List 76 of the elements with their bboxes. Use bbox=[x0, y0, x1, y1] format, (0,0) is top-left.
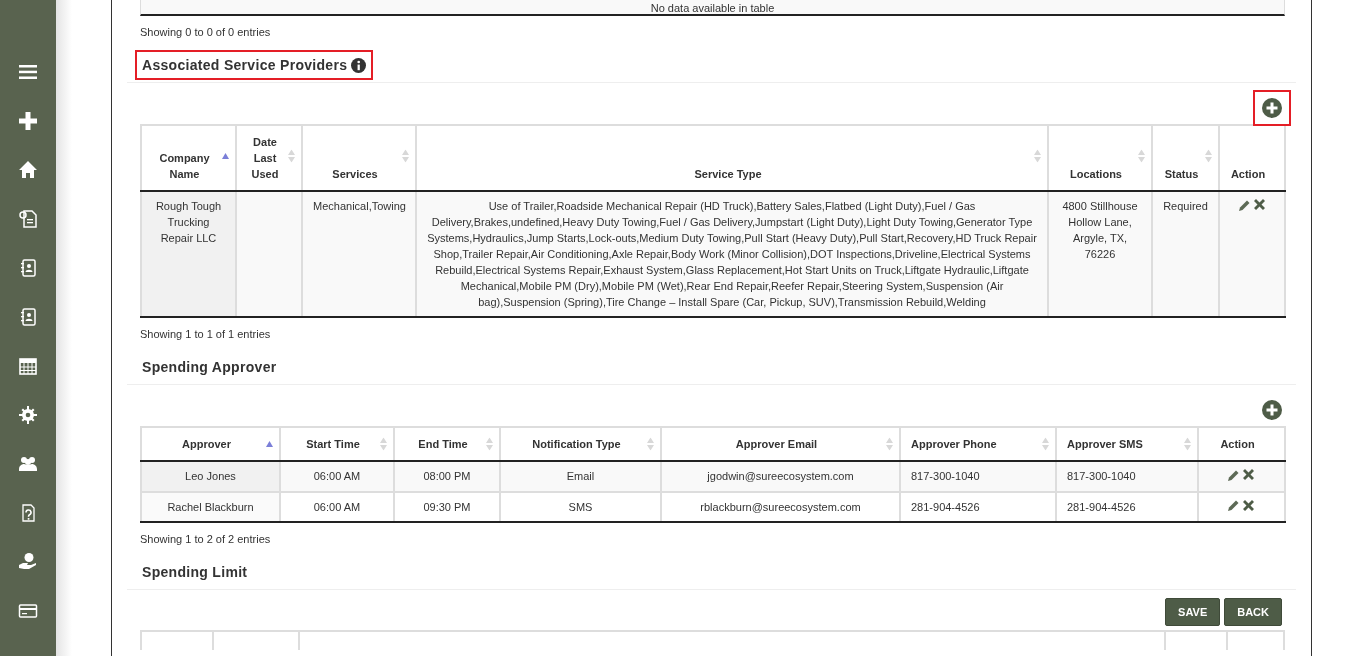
calendar-icon[interactable] bbox=[18, 356, 38, 376]
sort-icon bbox=[1034, 149, 1041, 163]
back-button[interactable]: BACK bbox=[1224, 598, 1282, 626]
column-header: Action bbox=[1198, 427, 1285, 461]
table-cell: 281-904-4526 bbox=[1067, 500, 1136, 513]
column-header[interactable]: Date Last Used bbox=[236, 125, 302, 191]
table-cell: jgodwin@sureecosystem.com bbox=[707, 470, 854, 483]
table-cell: SMS bbox=[568, 500, 593, 513]
table-cell: 09:30 PM bbox=[423, 500, 471, 513]
info-icon[interactable] bbox=[351, 57, 367, 73]
column-header[interactable]: Approver Email bbox=[661, 427, 900, 461]
sort-icon bbox=[486, 437, 493, 451]
section-title: Spending Approver bbox=[141, 358, 278, 377]
sort-icon bbox=[1042, 437, 1049, 451]
edit-icon[interactable] bbox=[1228, 499, 1240, 511]
users-icon[interactable] bbox=[18, 454, 38, 474]
entries-info: Showing 1 to 2 of 2 entries bbox=[140, 532, 272, 547]
plus-icon[interactable] bbox=[18, 111, 38, 131]
table-cell: 06:00 AM bbox=[313, 470, 361, 483]
column-header[interactable]: End Time bbox=[394, 427, 500, 461]
table-cell: rblackburn@sureecosystem.com bbox=[700, 500, 861, 513]
sort-icon bbox=[380, 437, 387, 451]
section-title: Spending Limit bbox=[141, 563, 249, 582]
settings-icon[interactable] bbox=[18, 405, 38, 425]
credit-card-icon[interactable] bbox=[18, 601, 38, 621]
edit-icon[interactable] bbox=[1228, 468, 1240, 481]
table-cell: 817-300-1040 bbox=[911, 470, 980, 483]
column-header: Action bbox=[1219, 125, 1285, 191]
address-book-icon[interactable] bbox=[18, 307, 38, 327]
hand-dollar-icon[interactable] bbox=[18, 552, 38, 572]
column-header[interactable]: Locations bbox=[1048, 125, 1152, 191]
table-cell: 08:00 PM bbox=[423, 470, 471, 483]
table-cell: Rough Tough Trucking Repair LLC bbox=[155, 200, 222, 244]
table-cell: 817-300-1040 bbox=[1067, 470, 1136, 483]
table-cell: 06:00 AM bbox=[313, 500, 361, 513]
sort-icon bbox=[647, 437, 654, 451]
plus-circle-icon bbox=[1262, 400, 1282, 420]
empty-table-message: No data available in table bbox=[650, 2, 775, 14]
table-cell: 281-904-4526 bbox=[911, 500, 980, 513]
edit-icon[interactable] bbox=[1238, 198, 1251, 211]
contact-book-icon[interactable] bbox=[18, 258, 38, 278]
entries-info: Showing 1 to 1 of 1 entries bbox=[140, 327, 272, 342]
column-header[interactable]: Company Name bbox=[141, 125, 236, 191]
save-button[interactable]: SAVE bbox=[1165, 598, 1221, 626]
column-header[interactable]: Approver Phone bbox=[900, 427, 1056, 461]
delete-icon[interactable] bbox=[1242, 468, 1255, 481]
column-header[interactable]: Status bbox=[1152, 125, 1219, 191]
column-header[interactable]: Service Type bbox=[416, 125, 1048, 191]
column-header[interactable]: Notification Type bbox=[500, 427, 661, 461]
delete-icon[interactable] bbox=[1242, 498, 1255, 512]
table-cell: 4800 Stillhouse Hollow Lane, Argyle, TX, 76226 bbox=[1062, 200, 1138, 260]
table-cell: Email bbox=[566, 470, 595, 483]
sort-ascending-icon bbox=[222, 153, 229, 159]
column-header[interactable]: Approver SMS bbox=[1056, 427, 1198, 461]
sort-icon bbox=[1184, 437, 1191, 451]
sort-icon bbox=[1138, 149, 1145, 163]
column-header[interactable]: Services bbox=[302, 125, 416, 191]
table-cell: Use of Trailer,Roadside Mechanical Repair (HD Truck),Battery Sales,Flatbed (Light Duty),Fuel / Gas Delivery,Brakes,undefined,Heavy Duty Towing,Fuel / Gas Delivery,Jumpstart (Light Duty),Light Duty Towing,Generator Type Systems,Hydraulics,Jump Starts,Lock-outs,Medium Duty Towing,Pull Start (Heavy Duty),Pull Start,Recovery,HD Truck Repair Shop,Trailer Repair,Air Conditioning,Axle Repair,Body Work (Minor Collision),DOT Inspections,Driveline,Electrical Systems Rebuild,Electrical Systems Repair,Exhaust System,Glass Replacement,Hot Start Units on Truck,Liftgate Hydraulic,Liftgate Mechanical,Mobile PM (Dry),Mobile PM (Wet),Rear End Repair,Reefer Repair,Steering System,Suspension (Air bag),Suspension (Spring),Tire Change – Install Spare (Car, Pickup, SUV),Transmission Rebuild,Welding bbox=[427, 200, 1037, 308]
sort-ascending-icon bbox=[266, 441, 273, 447]
table-cell: Rachel Blackburn bbox=[167, 500, 254, 513]
document-icon[interactable] bbox=[18, 209, 38, 229]
home-icon[interactable] bbox=[18, 160, 38, 180]
table-cell: Mechanical,Towing bbox=[313, 200, 406, 212]
sort-icon bbox=[402, 149, 409, 163]
menu-icon[interactable] bbox=[18, 62, 38, 82]
entries-info: Showing 0 to 0 of 0 entries bbox=[140, 25, 272, 40]
sort-icon bbox=[886, 437, 893, 451]
sort-icon bbox=[288, 149, 295, 163]
delete-icon[interactable] bbox=[1252, 198, 1266, 211]
column-header[interactable]: Start Time bbox=[280, 427, 394, 461]
table-cell: Leo Jones bbox=[185, 470, 236, 483]
section-title: Associated Service Providers bbox=[135, 50, 374, 80]
plus-circle-icon bbox=[1262, 98, 1282, 118]
table-cell: Required bbox=[1163, 200, 1208, 212]
sort-icon bbox=[1205, 149, 1212, 163]
column-header[interactable]: Approver bbox=[141, 427, 280, 461]
